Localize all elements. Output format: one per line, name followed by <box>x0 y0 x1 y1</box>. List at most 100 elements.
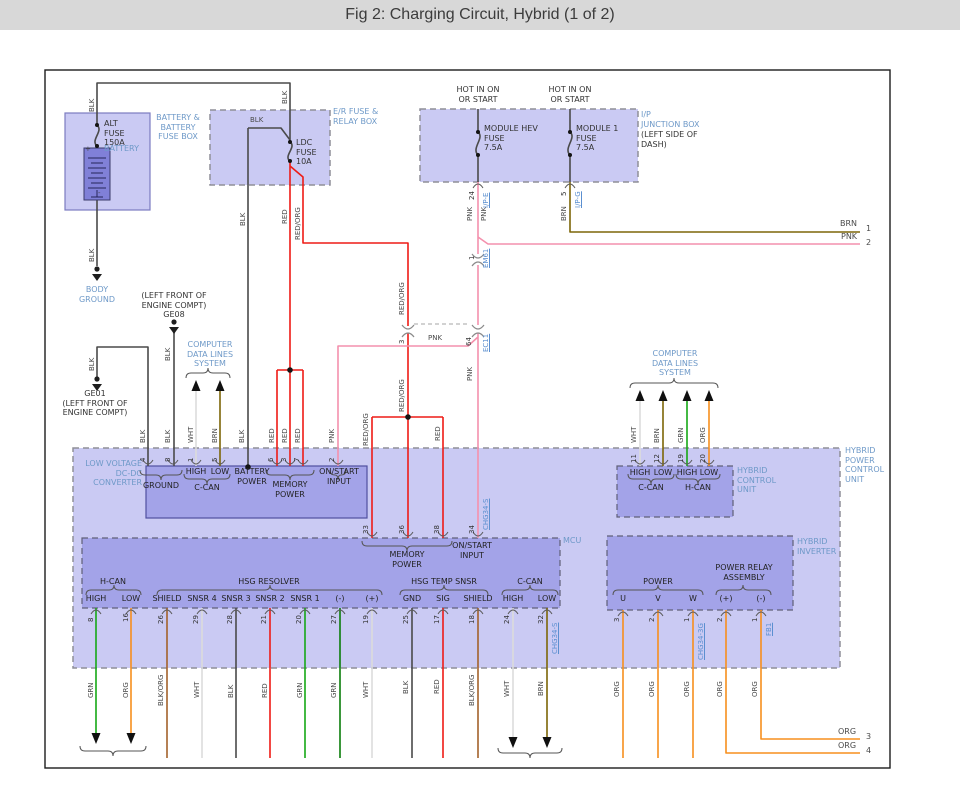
wire-color-label: GRN <box>677 427 685 443</box>
wire-color-label: PNK <box>466 366 474 381</box>
inverter-label: HYBRID INVERTER <box>797 537 837 556</box>
wire-color-label: RED/ORG <box>294 207 302 240</box>
pin-number: 20 <box>295 615 303 624</box>
battery-fuse-box-label: BATTERY & BATTERY FUSE BOX <box>156 113 200 142</box>
connector-id[interactable]: FB1 <box>765 623 773 636</box>
wire-color-label: PNK <box>480 206 488 221</box>
wire-color-label: WHT <box>193 681 201 698</box>
wire-color-label: ORG <box>122 682 130 698</box>
wire-color-label: BRN <box>560 206 568 221</box>
pin-number: 33 <box>362 525 370 534</box>
ge08-label: (LEFT FRONT OF ENGINE COMPT) GE08 <box>141 291 207 320</box>
group-label: H-CAN <box>100 577 126 586</box>
connector-id[interactable]: CHG34-S <box>551 623 559 654</box>
pin-number: 2 <box>648 617 656 622</box>
connector-id[interactable]: I/P-G <box>574 191 582 208</box>
group-label: (-) <box>335 594 345 603</box>
connector-id[interactable]: EM61 <box>482 249 490 268</box>
wire-color-label: BLK <box>88 98 96 112</box>
group-label: U <box>620 594 626 603</box>
group-label: ON/START INPUT <box>452 541 492 560</box>
pin-number: 12 <box>653 454 661 463</box>
er-box-label: E/R FUSE & RELAY BOX <box>333 107 379 126</box>
wire-color-label: RED <box>281 428 289 443</box>
wire-color-label: BLK <box>281 90 289 104</box>
group-label: LOW <box>537 594 557 603</box>
pin-number: 20 <box>699 454 707 463</box>
group-label: (+) <box>365 594 379 603</box>
wire-color-label: BRN <box>653 428 661 443</box>
wire-color-label: WHT <box>630 426 638 443</box>
edge-pin-label: PNK <box>841 232 858 241</box>
group-label: POWER <box>643 577 673 586</box>
group-label: MEMORY POWER <box>272 480 308 499</box>
wire-color-label: ORG <box>613 681 621 697</box>
group-label: POWER RELAY ASSEMBLY <box>715 563 773 582</box>
alt-fuse-label: ALT FUSE 150A <box>104 119 125 148</box>
pin-number: 5 <box>211 457 219 462</box>
group-label: HIGH <box>502 594 524 603</box>
hot-in-on-label-right: HOT IN ON OR START <box>548 85 592 104</box>
pin-number: 2 <box>716 617 724 622</box>
group-label: (-) <box>756 594 766 603</box>
group-label: SNSR 4 <box>187 594 217 603</box>
connector-id[interactable]: CHG34-3G <box>697 623 705 660</box>
connector-id[interactable]: EC11 <box>482 334 490 352</box>
pin-number: 11 <box>630 454 638 463</box>
wire-color-label: ORG <box>751 681 759 697</box>
edge-pin-label: 4 <box>866 746 872 755</box>
pin-number: 64 <box>465 337 473 346</box>
wire-color-label: BLK <box>238 429 246 443</box>
pin-number: 26 <box>157 615 165 624</box>
group-label: LOW <box>121 594 141 603</box>
group-label: SIG <box>436 594 450 603</box>
wire-color-label: ORG <box>683 681 691 697</box>
edge-pin-label: ORG <box>838 741 857 750</box>
hcu-label: HYBRID CONTROL UNIT <box>737 466 777 495</box>
body-ground-label: BODY GROUND <box>78 285 116 304</box>
pin-number: 16 <box>122 613 130 622</box>
wire-color-label: ORG <box>716 681 724 697</box>
wire-color-label: BRN <box>537 681 545 696</box>
connector-id[interactable]: CHG34-S <box>482 499 490 530</box>
group-label: C-CAN <box>194 483 220 492</box>
group-label: W <box>689 594 697 603</box>
group-label: HSG TEMP SNSR <box>411 577 477 586</box>
wire-color-label: BLK <box>239 212 247 226</box>
pin-number: 3 <box>398 339 406 344</box>
edge-pin-label: 2 <box>866 238 872 247</box>
pin-number: 28 <box>226 615 234 624</box>
wire-color-label: WHT <box>362 681 370 698</box>
group-label: (+) <box>719 594 733 603</box>
pin-number: 34 <box>468 525 476 534</box>
wire-color-label: RED/ORG <box>398 282 406 315</box>
edge-pin-label: 3 <box>866 732 872 741</box>
pin-number: 5 <box>560 191 568 196</box>
dcdc-converter-label: LOW VOLTAGE DC-DC CONVERTER <box>85 459 142 488</box>
wire-color-label: PNK <box>466 206 474 221</box>
group-label: SHIELD <box>463 594 493 603</box>
module-hev-fuse-label: MODULE HEV FUSE 7.5A <box>484 124 538 153</box>
pin-number: 1 <box>187 457 195 462</box>
wire-color-label: GRN <box>330 682 338 698</box>
group-label: SNSR 1 <box>290 594 320 603</box>
wire-color-label: RED <box>434 426 442 441</box>
hpcu-label: HYBRID POWER CONTROL UNIT <box>845 446 885 484</box>
wire-color-label: BLK <box>88 357 96 371</box>
pin-number: 19 <box>362 615 370 624</box>
computer-data-lines-label-right: COMPUTER DATA LINES SYSTEM <box>651 349 699 378</box>
group-label: SNSR 3 <box>221 594 251 603</box>
ip-box-label: I/P JUNCTION BOX <box>641 110 700 129</box>
group-label: SNSR 2 <box>255 594 285 603</box>
edge-pin-label: BRN <box>840 219 858 228</box>
wire-color-label: GRN <box>296 682 304 698</box>
wire-color-label: RED <box>281 209 289 224</box>
group-label: HIGH <box>85 594 107 603</box>
inline-label: PNK <box>428 334 443 342</box>
connector-id[interactable]: I/P-E <box>482 193 490 208</box>
group-label: GROUND <box>142 481 180 490</box>
pin-number: 38 <box>433 525 441 534</box>
pin-number: 19 <box>677 454 685 463</box>
pin-number: 1 <box>683 617 691 622</box>
pin-number: 24 <box>503 615 511 624</box>
